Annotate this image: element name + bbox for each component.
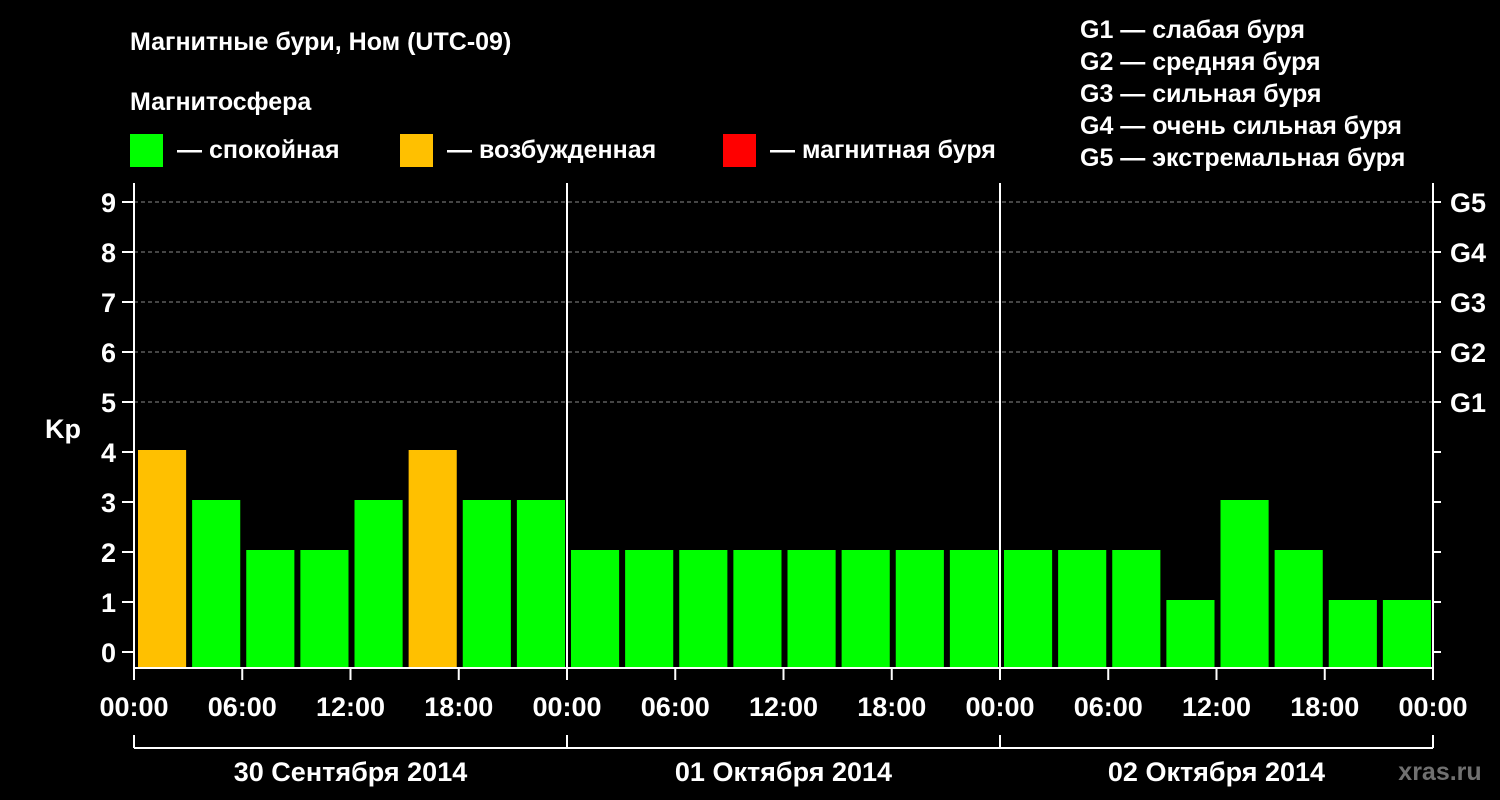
right-tick-label: G1 <box>1450 388 1486 418</box>
legend-label-2: — возбужденная <box>447 136 656 164</box>
y-tick-label: 4 <box>101 438 116 468</box>
bar <box>246 550 295 668</box>
bar <box>300 550 349 668</box>
chart-subtitle: Магнитосфера <box>130 88 312 116</box>
y-tick-label: 8 <box>101 238 116 268</box>
bar <box>1004 550 1053 668</box>
storm-scale-legend: G1 — слабая буря G2 — средняя буря G3 — си… <box>1080 16 1405 172</box>
scale-legend-item-3: G3 — сильная буря <box>1080 80 1322 108</box>
x-tick-label: 00:00 <box>1398 692 1467 722</box>
bar <box>895 550 944 668</box>
bar <box>1328 600 1377 668</box>
bars <box>138 450 1431 668</box>
x-tick-label: 18:00 <box>424 692 493 722</box>
bar <box>1166 600 1215 668</box>
x-tick-label: 12:00 <box>1182 692 1251 722</box>
bar <box>787 550 836 668</box>
legend-swatch-2 <box>400 134 433 167</box>
x-tick-label: 00:00 <box>532 692 601 722</box>
bar <box>625 550 674 668</box>
legend-swatch-3 <box>723 134 756 167</box>
watermark: xras.ru <box>1398 758 1481 786</box>
x-tick-label: 18:00 <box>1290 692 1359 722</box>
bar <box>949 550 998 668</box>
y-axis-label: Kp <box>45 414 81 444</box>
y-tick-label: 5 <box>101 388 116 418</box>
bar <box>192 500 241 668</box>
bar <box>841 550 890 668</box>
bar <box>1112 550 1161 668</box>
right-tick-label: G5 <box>1450 188 1486 218</box>
bar <box>733 550 782 668</box>
y-tick-label: 6 <box>101 338 116 368</box>
scale-legend-item-2: G2 — средняя буря <box>1080 48 1321 76</box>
x-tick-label: 12:00 <box>316 692 385 722</box>
bar <box>1220 500 1269 668</box>
y-tick-label: 3 <box>101 488 116 518</box>
grid <box>134 201 1433 403</box>
day-label: 01 Октября 2014 <box>675 757 892 787</box>
scale-legend-item-1: G1 — слабая буря <box>1080 16 1305 44</box>
right-tick-label: G2 <box>1450 338 1486 368</box>
x-tick-label: 06:00 <box>1074 692 1143 722</box>
chart-title: Магнитные бури, Ном (UTC-09) <box>130 28 511 56</box>
scale-legend-item-4: G4 — очень сильная буря <box>1080 112 1402 140</box>
legend-label-3: — магнитная буря <box>770 136 996 164</box>
bar <box>354 500 403 668</box>
x-tick-label: 00:00 <box>965 692 1034 722</box>
scale-legend-item-5: G5 — экстремальная буря <box>1080 144 1405 172</box>
right-tick-label: G4 <box>1450 238 1486 268</box>
y-tick-label: 1 <box>101 588 116 618</box>
bar <box>408 450 457 668</box>
day-label: 02 Октября 2014 <box>1108 757 1325 787</box>
day-label: 30 Сентября 2014 <box>234 757 467 787</box>
x-tick-label: 00:00 <box>99 692 168 722</box>
bar <box>679 550 728 668</box>
legend-swatch-1 <box>130 134 163 167</box>
activity-legend: — спокойная — возбужденная — магнитная бур… <box>130 134 996 167</box>
y-tick-label: 2 <box>101 538 116 568</box>
y-tick-label: 9 <box>101 188 116 218</box>
y-tick-label: 0 <box>101 638 116 668</box>
magnetic-storm-chart: Магнитные бури, Ном (UTC-09) Магнитосфер… <box>45 16 1486 787</box>
legend-label-1: — спокойная <box>177 136 340 164</box>
bar <box>571 550 620 668</box>
x-tick-label: 12:00 <box>749 692 818 722</box>
tick-labels: 0 1 2 3 4 5 6 7 8 9 G1 G2 G3 G4 G5 00:00 06:00 12:00 18:00… <box>99 188 1486 787</box>
x-tick-label: 06:00 <box>208 692 277 722</box>
bar <box>1382 600 1431 668</box>
bar <box>1058 550 1107 668</box>
bar <box>516 500 565 668</box>
bar <box>462 500 511 668</box>
y-tick-label: 7 <box>101 288 116 318</box>
bar <box>138 450 187 668</box>
right-tick-label: G3 <box>1450 288 1486 318</box>
x-tick-label: 06:00 <box>641 692 710 722</box>
x-tick-label: 18:00 <box>857 692 926 722</box>
bar <box>1274 550 1323 668</box>
